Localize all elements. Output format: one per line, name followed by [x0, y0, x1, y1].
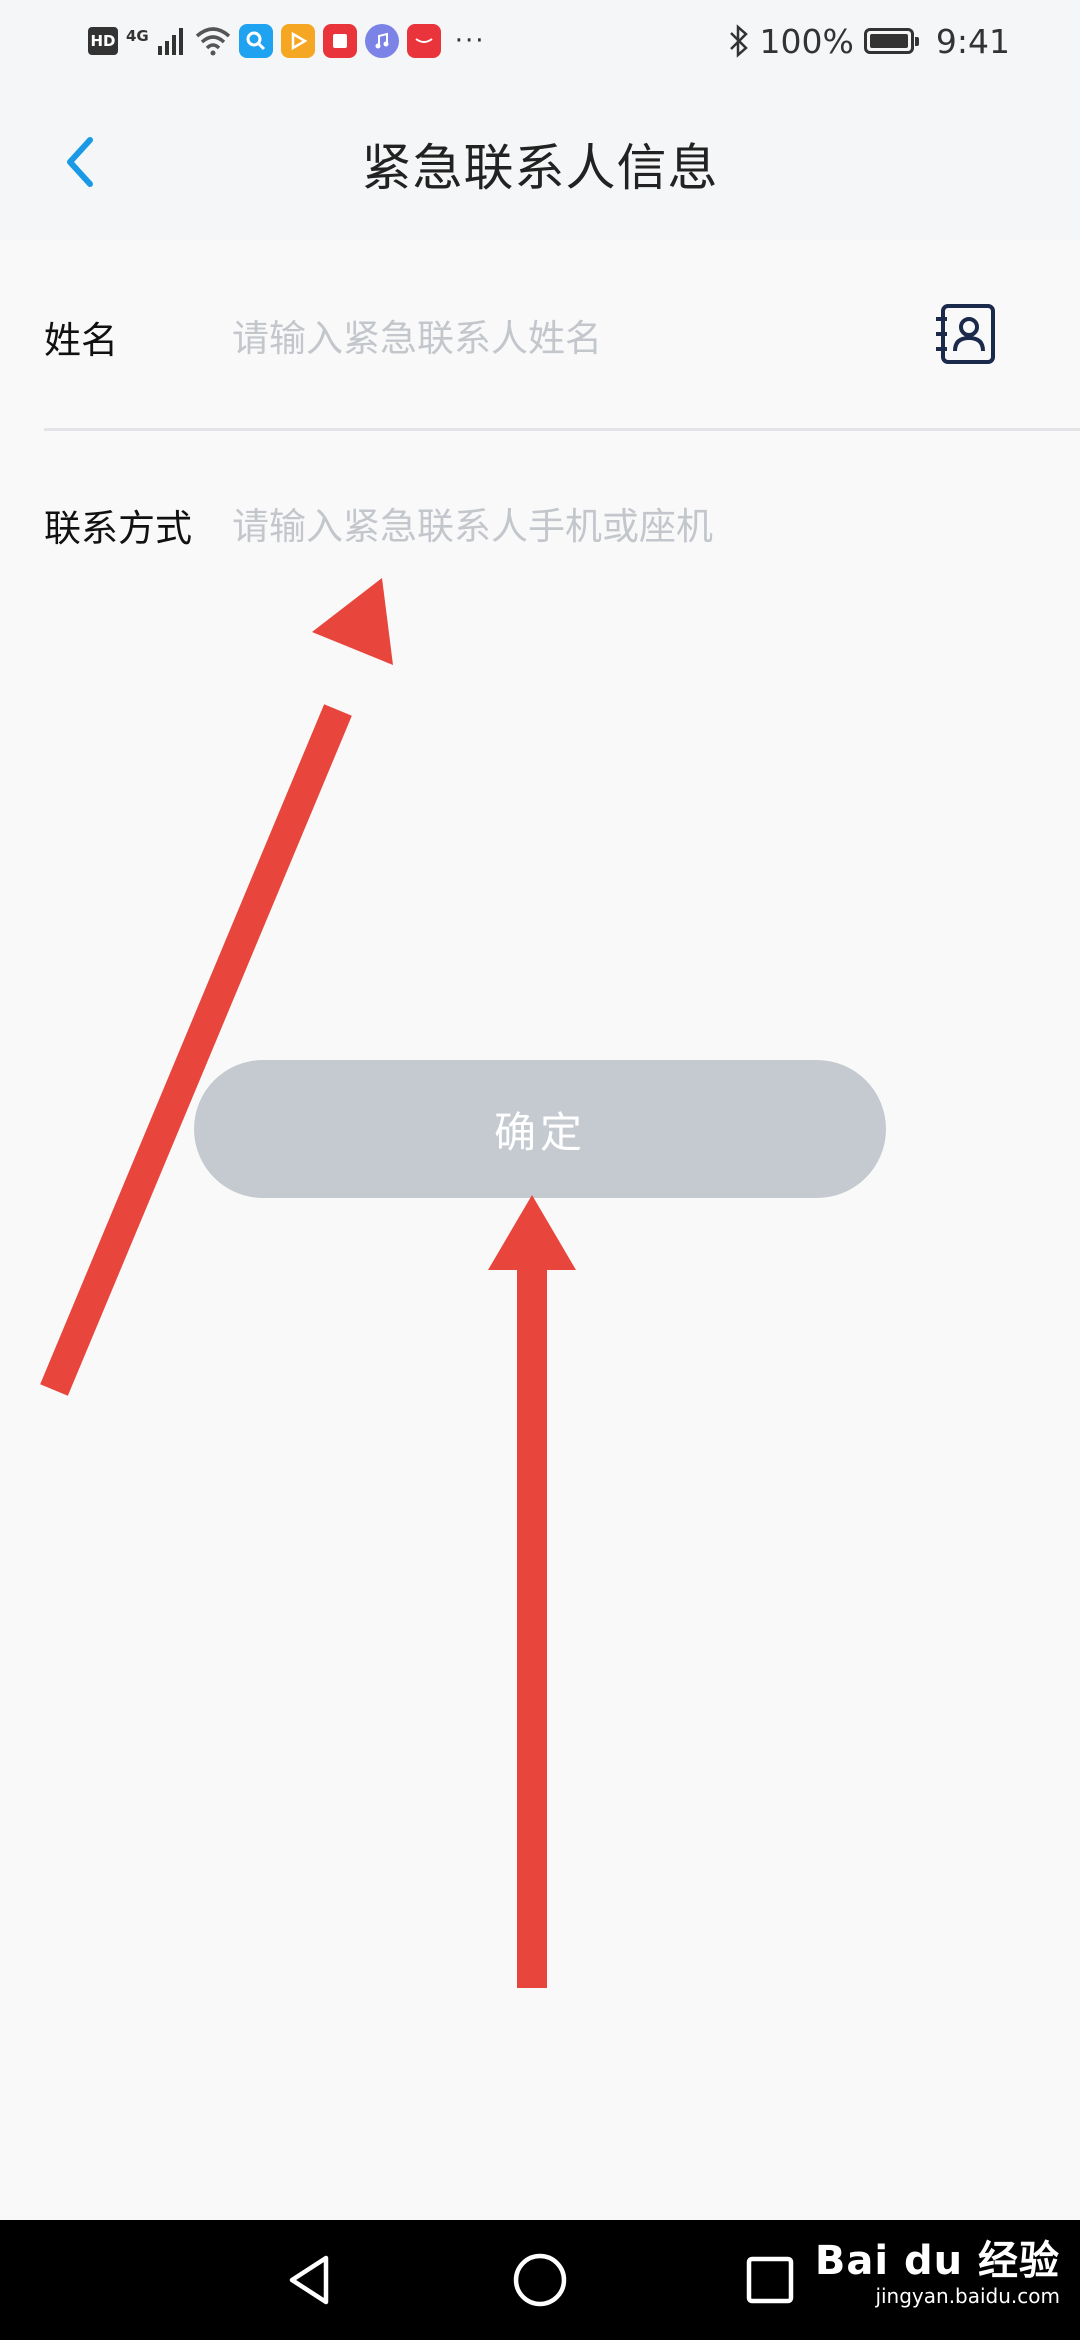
signal-icon — [157, 28, 183, 55]
home-circle-icon — [513, 2253, 567, 2307]
status-right-icons: 100% 9:41 — [728, 18, 1010, 64]
contact-row: 联系方式 — [0, 488, 1080, 568]
bluetooth-icon — [729, 24, 748, 58]
app-header: 紧急联系人信息 — [0, 82, 1080, 240]
hd-icon: HD — [88, 27, 118, 55]
clock-time: 9:41 — [935, 21, 1010, 61]
wifi-icon — [195, 27, 230, 56]
network-type-label: 4G — [126, 27, 149, 45]
reader-app-icon — [322, 24, 357, 58]
huawei-app-icon — [406, 24, 441, 58]
annotation-arrow-to-contact-input — [40, 578, 393, 1396]
confirm-button[interactable]: 确定 — [194, 1060, 886, 1198]
name-label: 姓名 — [44, 319, 118, 362]
battery-percent: 100% — [759, 21, 854, 61]
nav-back-button[interactable] — [270, 2242, 350, 2318]
recents-square-icon — [746, 2256, 794, 2304]
annotation-arrow-to-confirm-button — [488, 1195, 576, 1988]
search-app-icon — [238, 24, 273, 58]
watermark-url: jingyan.baidu.com — [875, 2284, 1060, 2308]
baidu-jingyan-watermark: Bai du 经验 jingyan.baidu.com — [815, 2238, 1060, 2308]
name-row: 姓名 — [0, 300, 1080, 380]
name-input[interactable] — [232, 308, 892, 368]
watermark-main: Bai du 经验 — [814, 2238, 1060, 2284]
page-title: 紧急联系人信息 — [361, 139, 719, 197]
status-left-icons: HD 4G ··· — [88, 20, 486, 62]
nav-home-button[interactable] — [500, 2242, 580, 2318]
video-app-icon — [280, 24, 315, 58]
contact-input[interactable] — [232, 496, 892, 556]
contact-label: 联系方式 — [44, 507, 192, 550]
address-book-icon — [936, 304, 995, 364]
status-bar: HD 4G ··· 100% 9:41 — [0, 0, 1080, 82]
nav-recents-button[interactable] — [730, 2242, 810, 2318]
battery-icon — [863, 28, 919, 54]
music-app-icon — [364, 24, 399, 58]
form-divider — [44, 428, 1080, 431]
pick-contact-button[interactable] — [928, 296, 1004, 372]
more-notifications-icon: ··· — [454, 26, 486, 56]
system-nav-bar: Bai du 经验 jingyan.baidu.com — [0, 2220, 1080, 2340]
back-triangle-icon — [289, 2255, 329, 2305]
